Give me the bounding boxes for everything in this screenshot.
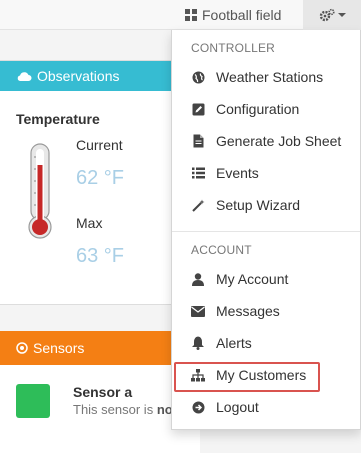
controller-section-header: CONTROLLER — [191, 41, 276, 55]
cloud-icon — [17, 72, 32, 81]
logout-icon — [191, 400, 205, 414]
menu-item-setup-wizard[interactable]: Setup Wizard — [172, 192, 360, 218]
globe-icon — [191, 70, 205, 84]
max-label: Max — [76, 215, 103, 231]
field-selector[interactable]: Football field — [185, 0, 281, 30]
sensor-status-indicator — [16, 384, 50, 418]
sensor-description: This sensor is no — [73, 402, 173, 417]
menu-item-weather-stations[interactable]: Weather Stations — [172, 64, 360, 90]
list-icon — [191, 166, 205, 180]
user-icon — [191, 272, 205, 286]
wand-icon — [191, 198, 205, 212]
sensors-header-label: Sensors — [33, 340, 85, 356]
chevron-down-icon — [337, 13, 346, 17]
max-value: 63 °F — [76, 245, 125, 267]
target-icon — [16, 342, 28, 354]
menu-item-logout[interactable]: Logout — [172, 394, 360, 420]
current-value: 62 °F — [76, 167, 125, 189]
top-navbar: Football field — [0, 0, 361, 30]
my-customers-highlight — [174, 362, 320, 392]
gears-icon — [319, 8, 335, 22]
document-icon — [191, 134, 205, 148]
menu-divider — [172, 231, 360, 232]
sensors-header: Sensors — [0, 331, 200, 365]
field-selector-label: Football field — [202, 7, 282, 23]
account-section-header: ACCOUNT — [191, 243, 252, 257]
sensor-name[interactable]: Sensor a — [73, 384, 132, 400]
observations-header: Observations — [0, 61, 199, 91]
sensors-panel: Sensors Sensor a This sensor is no — [0, 331, 200, 453]
observations-panel: Observations Temperature Current 62 °F M… — [0, 60, 200, 305]
menu-item-events[interactable]: Events — [172, 160, 360, 186]
envelope-icon — [191, 304, 205, 318]
observations-header-label: Observations — [37, 68, 120, 84]
bell-icon — [191, 336, 205, 350]
menu-item-generate-job-sheet[interactable]: Generate Job Sheet — [172, 128, 360, 154]
menu-item-messages[interactable]: Messages — [172, 298, 360, 324]
current-label: Current — [76, 137, 123, 153]
edit-icon — [191, 102, 205, 116]
grid-icon — [185, 9, 197, 21]
menu-item-my-account[interactable]: My Account — [172, 266, 360, 292]
temperature-title: Temperature — [16, 111, 100, 127]
menu-item-configuration[interactable]: Configuration — [172, 96, 360, 122]
menu-item-alerts[interactable]: Alerts — [172, 330, 360, 356]
thermometer-icon — [28, 143, 52, 239]
settings-menu-toggle[interactable] — [303, 0, 361, 30]
